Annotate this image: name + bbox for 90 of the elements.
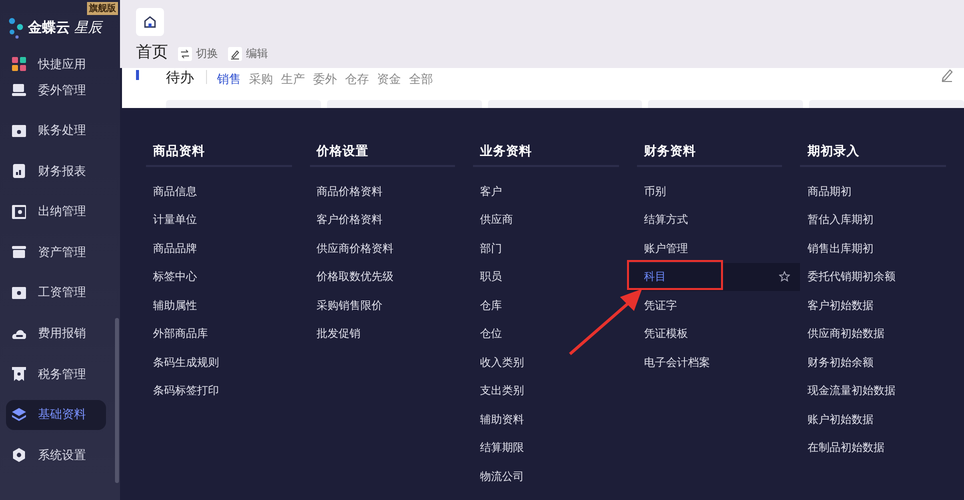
menu-item[interactable]: 现金流量初始数据	[800, 376, 946, 405]
column-heading: 财务资料	[642, 143, 697, 160]
sidebar-item[interactable]: 税务管理	[6, 359, 106, 390]
menu-item[interactable]: 采购销售限价	[310, 291, 456, 320]
pencil-icon	[228, 46, 242, 60]
menu-item[interactable]: 物流公司	[473, 462, 619, 490]
menu-item[interactable]: 供应商价格资料	[310, 234, 456, 262]
menu-item[interactable]: 在制品初始数据	[800, 434, 946, 462]
menu-item[interactable]: 商品价格资料	[310, 177, 456, 206]
todo-tab[interactable]: 委外	[313, 71, 337, 88]
todo-tab[interactable]: 销售	[217, 71, 241, 88]
menu-item[interactable]: 辅助属性	[146, 291, 292, 320]
edition-badge: 旗舰版	[87, 2, 118, 15]
column-heading: 价格设置	[315, 143, 370, 160]
sidebar-item[interactable]: 工资管理	[6, 278, 106, 308]
menu-item[interactable]: 价格取数优先级	[310, 262, 456, 291]
menu-item[interactable]: 结算方式	[636, 206, 782, 234]
todo-tab[interactable]: 采购	[249, 71, 273, 88]
menu-item[interactable]: 供应商初始数据	[800, 320, 946, 348]
menu-item[interactable]: 账户初始数据	[800, 405, 946, 434]
sidebar-item[interactable]: 费用报销	[6, 318, 106, 349]
menu-item[interactable]: 商品期初	[800, 177, 946, 206]
sidebar-item[interactable]: 财务报表	[6, 156, 106, 186]
home-icon	[143, 15, 157, 29]
cabinet-icon	[12, 245, 26, 260]
product-name: 星辰	[74, 19, 102, 37]
sidebar-item[interactable]: 资产管理	[6, 237, 106, 268]
menu-item[interactable]: 销售出库期初	[800, 234, 946, 262]
dots-logo-icon	[8, 17, 24, 39]
todo-tab[interactable]: 生产	[281, 71, 305, 88]
menu-item[interactable]: 条码生成规则	[146, 348, 292, 376]
brand-name: 金蝶云	[28, 19, 70, 37]
menu-item[interactable]: 客户初始数据	[800, 291, 946, 320]
menu-item[interactable]: 条码标签打印	[146, 376, 292, 405]
menu-item[interactable]: 标签中心	[146, 262, 292, 291]
report-icon	[12, 164, 26, 178]
menu-item[interactable]: 科目	[626, 262, 800, 291]
menu-item[interactable]: 委托代销期初余额	[800, 262, 946, 291]
column-heading: 商品资料	[152, 143, 206, 160]
layers-icon	[12, 408, 26, 422]
menu-item[interactable]: 商品信息	[146, 177, 292, 206]
sidebar-item[interactable]: 系统设置	[6, 440, 106, 470]
menu-item[interactable]: 暂估入库期初	[800, 206, 946, 234]
menu-item[interactable]: 客户价格资料	[310, 206, 456, 234]
menu-item[interactable]: 电子会计档案	[636, 348, 782, 376]
accent-marker	[136, 70, 139, 80]
home-button[interactable]	[136, 8, 164, 36]
column-heading: 期初录入	[806, 143, 860, 160]
menu-item[interactable]: 结算期限	[473, 434, 619, 462]
swap-icon	[178, 46, 192, 60]
pencil-icon	[940, 68, 954, 82]
hexagon-icon	[12, 448, 26, 462]
receipt-icon	[12, 367, 26, 382]
sidebar-item[interactable]: 委外管理	[6, 75, 106, 105]
menu-item[interactable]: 商品品牌	[146, 234, 292, 262]
menu-item[interactable]: 部门	[473, 234, 619, 262]
menu-item[interactable]: 客户	[473, 177, 619, 206]
action-button[interactable]: 切换	[178, 46, 218, 61]
menu-item[interactable]: 职员	[473, 262, 619, 291]
menu-item[interactable]: 账户管理	[636, 234, 782, 262]
action-button[interactable]: 编辑	[228, 46, 268, 61]
menu-item[interactable]: 供应商	[473, 206, 619, 234]
todo-tab[interactable]: 全部	[409, 71, 433, 88]
menu-item[interactable]: 支出类别	[473, 376, 619, 405]
sidebar-item[interactable]: 基础资料	[6, 400, 106, 430]
menu-item[interactable]: 收入类别	[473, 348, 619, 376]
todo-tab[interactable]: 仓存	[345, 71, 369, 88]
star-icon	[779, 271, 790, 282]
todo-title: 待办	[166, 69, 194, 87]
menu-item[interactable]: 外部商品库	[146, 320, 292, 348]
sidebar-item[interactable]: 快捷应用	[6, 54, 106, 74]
ledger-icon	[12, 124, 26, 138]
payslip-icon	[12, 286, 26, 300]
sidebar-item[interactable]: 出纳管理	[6, 196, 106, 227]
page-title: 首页	[136, 42, 168, 63]
menu-item[interactable]: 财务初始余额	[800, 348, 946, 376]
column-heading: 业务资料	[479, 143, 534, 160]
menu-item[interactable]: 凭证模板	[636, 320, 782, 348]
menu-item[interactable]: 币别	[636, 177, 782, 206]
sidebar-item[interactable]: 账务处理	[6, 116, 106, 146]
cashbook-icon	[12, 204, 26, 219]
menu-item[interactable]: 仓位	[473, 320, 619, 348]
menu-item[interactable]: 计量单位	[146, 206, 292, 234]
menu-item[interactable]: 批发促销	[310, 320, 456, 348]
scrollbar[interactable]	[115, 318, 119, 483]
menu-item[interactable]: 凭证字	[636, 291, 782, 320]
apps-icon	[12, 57, 26, 71]
menu-item[interactable]: 辅助资料	[473, 405, 619, 434]
menu-item[interactable]: 仓库	[473, 291, 619, 320]
todo-tab[interactable]: 资金	[377, 71, 401, 88]
